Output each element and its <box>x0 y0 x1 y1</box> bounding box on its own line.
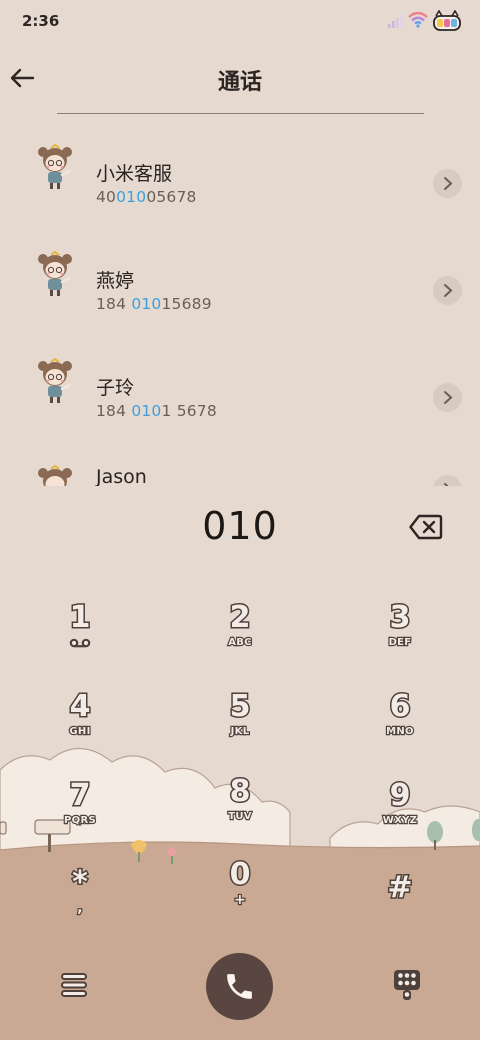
contact-row[interactable]: 子玲 184 0101 5678 <box>0 344 480 451</box>
contact-name: 燕婷 <box>96 270 135 292</box>
contact-detail-button[interactable] <box>433 276 462 305</box>
contact-avatar <box>38 251 72 296</box>
key-2[interactable]: 2 ABC <box>180 599 300 671</box>
dialpad-icon[interactable] <box>392 968 422 1002</box>
status-time: 2:36 <box>22 12 60 30</box>
contact-number: 184 0101 5678 <box>96 402 217 420</box>
key-9[interactable]: 9 WXYZ <box>340 777 460 849</box>
page-title: 通话 <box>217 70 262 95</box>
contact-row[interactable]: Jason <box>0 451 480 486</box>
contact-avatar <box>38 144 72 189</box>
contact-number: 4001005678 <box>96 188 197 206</box>
contact-row[interactable]: 小米客服 4001005678 <box>0 130 480 237</box>
key-8[interactable]: 8 TUV <box>180 773 300 845</box>
key-3[interactable]: 3 DEF <box>340 599 460 671</box>
contact-detail-button[interactable] <box>433 169 462 198</box>
contact-number: 184 01015689 <box>96 295 212 313</box>
chevron-right-icon <box>444 483 449 486</box>
key-6[interactable]: 6 MNO <box>340 688 460 760</box>
key-star[interactable]: * , <box>20 864 140 936</box>
status-bar: 2:36 <box>0 0 480 44</box>
key-4[interactable]: 4 GHI <box>20 688 140 760</box>
contact-name: Jason <box>96 466 147 486</box>
call-button[interactable] <box>206 953 273 1020</box>
contact-detail-button[interactable] <box>433 475 462 486</box>
key-5[interactable]: 5 JKL <box>180 688 300 760</box>
key-0[interactable]: 0 + <box>180 856 300 928</box>
chevron-right-icon <box>444 177 453 190</box>
contact-detail-button[interactable] <box>433 383 462 412</box>
backspace-icon[interactable] <box>409 514 443 540</box>
phone-icon <box>227 974 252 999</box>
contact-name: 小米客服 <box>96 163 173 185</box>
voicemail-icon <box>69 638 91 648</box>
contact-avatar <box>38 465 72 486</box>
menu-icon[interactable] <box>58 970 90 1000</box>
contact-name: 子玲 <box>96 377 135 399</box>
key-1[interactable]: 1 <box>20 599 140 671</box>
dialed-number-display[interactable]: 010 <box>0 504 480 548</box>
key-7[interactable]: 7 PQRS <box>20 777 140 849</box>
contact-avatar <box>38 358 72 403</box>
battery-icon <box>433 10 461 31</box>
chevron-right-icon <box>444 391 453 404</box>
wifi-icon <box>408 12 428 28</box>
contact-list: 小米客服 4001005678 燕婷 184 01015689 子玲 184 0… <box>0 114 480 486</box>
contact-row[interactable]: 燕婷 184 01015689 <box>0 237 480 344</box>
signal-icon <box>388 14 403 28</box>
key-hash[interactable]: # <box>340 869 460 941</box>
chevron-right-icon <box>444 284 453 297</box>
